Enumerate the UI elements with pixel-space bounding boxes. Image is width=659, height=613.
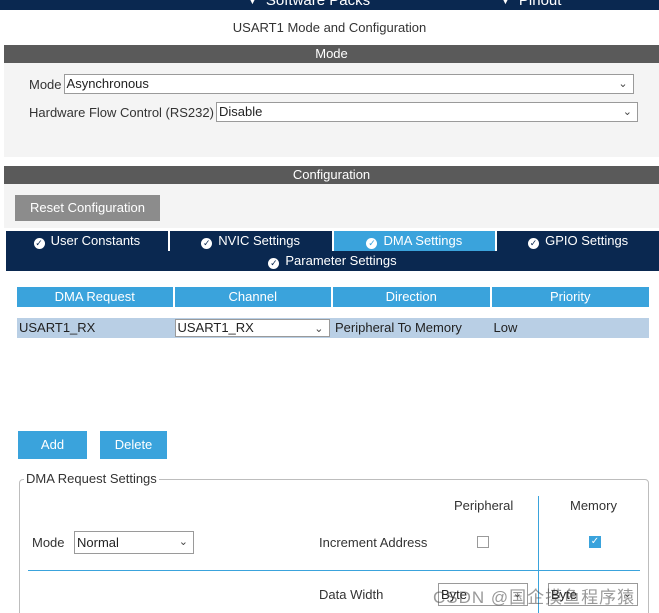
cell-channel: USART1_RX ⌄ [174, 318, 332, 338]
tab-nvic-settings[interactable]: ✓ NVIC Settings [169, 231, 332, 251]
tab-dma-settings[interactable]: ✓ DMA Settings [333, 231, 496, 251]
chevron-down-icon: ▼ [247, 0, 258, 7]
reset-configuration-button[interactable]: Reset Configuration [15, 195, 160, 221]
memory-column-header: Memory [570, 498, 617, 513]
delete-button[interactable]: Delete [100, 431, 167, 459]
settings-divider [28, 570, 640, 571]
column-header-direction[interactable]: Direction [333, 287, 490, 307]
check-circle-icon: ✓ [33, 238, 45, 249]
column-header-priority[interactable]: Priority [491, 287, 649, 307]
tab-gpio-settings[interactable]: ✓ GPIO Settings [497, 231, 659, 251]
tab-parameter-settings[interactable]: ✓ Parameter Settings [6, 251, 659, 271]
data-width-label: Data Width [319, 587, 384, 602]
hardware-flow-control-label: Hardware Flow Control (RS232) [29, 104, 214, 120]
increment-peripheral-checkbox[interactable] [477, 536, 489, 548]
cell-priority: Low [493, 320, 518, 335]
mode-row: Mode Asynchronous ⌄ [29, 74, 634, 94]
chevron-down-icon: ⌄ [314, 323, 324, 335]
mode-section-header: Mode [4, 45, 659, 63]
table-row[interactable]: USART1_RX USART1_RX ⌄ Peripheral To Memo… [17, 318, 649, 338]
increment-memory-checkbox[interactable]: ✓ [589, 536, 601, 548]
top-navigation-bar: ▼ Software Packs ▼ Pinout [0, 0, 659, 10]
mode-label: Mode [29, 76, 62, 92]
configuration-section-header: Configuration [4, 166, 659, 184]
cell-dma-request: USART1_RX [19, 320, 96, 335]
add-button[interactable]: Add [18, 431, 87, 459]
dma-request-table: DMA Request Channel Direction Priority U… [17, 287, 649, 338]
config-tabs-row-2: ✓ Parameter Settings [6, 251, 659, 271]
pinout-tab[interactable]: ▼ Pinout [500, 0, 561, 9]
hardware-flow-control-row: Hardware Flow Control (RS232) Disable ⌄ [29, 102, 638, 122]
peripheral-column-header: Peripheral [454, 498, 514, 513]
cell-direction: Peripheral To Memory [335, 320, 462, 335]
increment-address-label: Increment Address [319, 535, 428, 550]
chevron-down-icon: ⌄ [618, 78, 628, 90]
table-header: DMA Request Channel Direction Priority [17, 287, 649, 307]
hardware-flow-control-select[interactable]: Disable ⌄ [215, 102, 638, 122]
chevron-down-icon: ⌄ [622, 106, 632, 118]
check-icon: ✓ [590, 536, 600, 547]
chevron-down-icon: ⌄ [178, 536, 188, 548]
mode-select[interactable]: Asynchronous ⌄ [63, 74, 634, 94]
check-circle-icon: ✓ [366, 238, 378, 249]
check-circle-icon: ✓ [268, 258, 280, 269]
column-header-channel[interactable]: Channel [174, 287, 331, 307]
check-circle-icon: ✓ [528, 238, 540, 249]
config-tabs-row-1: ✓ User Constants ✓ NVIC Settings ✓ DMA Sett… [6, 231, 659, 251]
dma-mode-select[interactable]: Normal ⌄ [74, 531, 194, 554]
tab-user-constants[interactable]: ✓ User Constants [6, 231, 168, 251]
dma-mode-label: Mode [32, 535, 65, 550]
channel-select[interactable]: USART1_RX ⌄ [174, 319, 330, 337]
column-header-dma-request[interactable]: DMA Request [17, 287, 173, 307]
software-packs-tab[interactable]: ▼ Software Packs [247, 0, 370, 9]
dma-request-settings-legend: DMA Request Settings [24, 471, 159, 486]
chevron-down-icon: ▼ [500, 0, 511, 7]
check-circle-icon: ✓ [201, 238, 213, 249]
window-title: USART1 Mode and Configuration [232, 20, 427, 35]
watermark: CSDN @国企摸鱼程序猿 [433, 588, 636, 607]
